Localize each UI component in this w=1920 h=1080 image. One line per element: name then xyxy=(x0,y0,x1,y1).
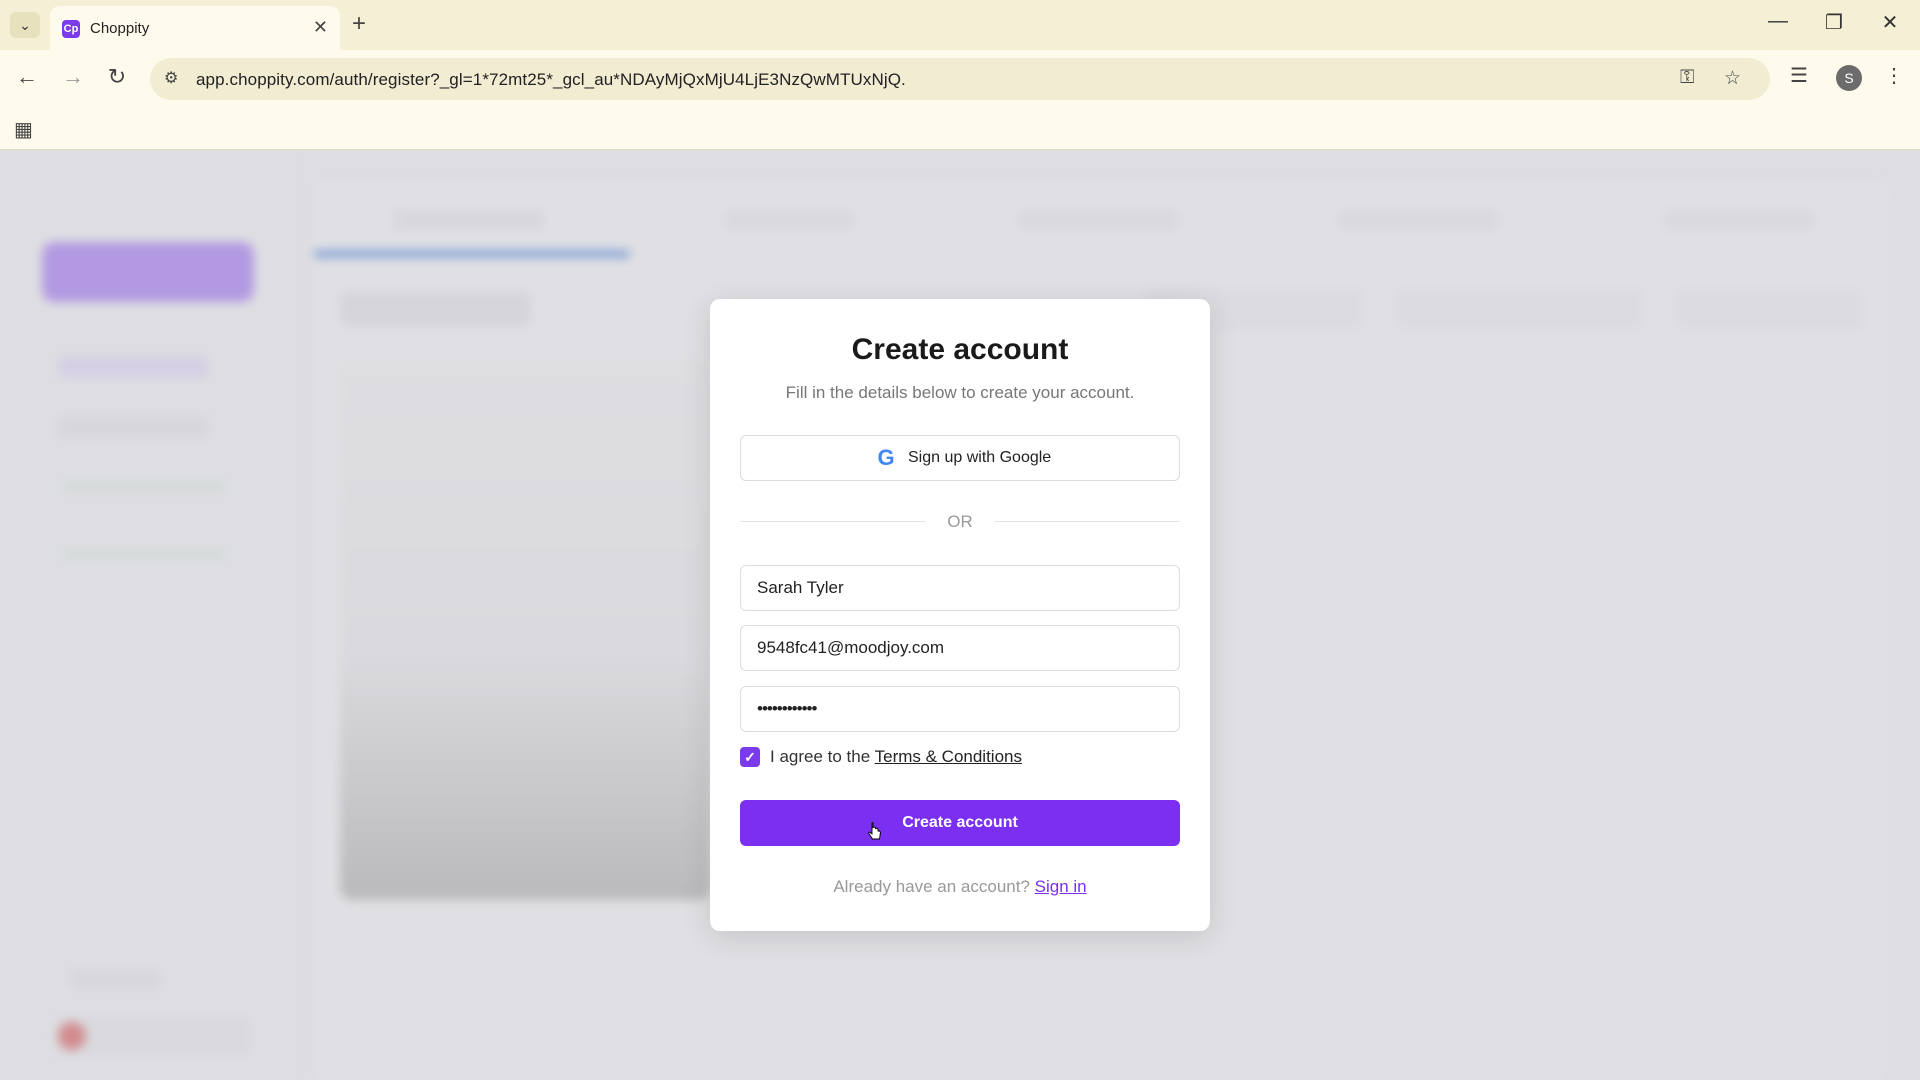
divider-right xyxy=(994,521,1180,522)
signin-prefix: Already have an account? xyxy=(833,877,1035,896)
browser-tabstrip: ⌄ Cp Choppity ✕ + — ❐ ✕ xyxy=(0,0,1920,50)
more-menu-icon[interactable]: ⋮ xyxy=(1884,63,1904,88)
password-key-icon[interactable]: ⚿ xyxy=(1680,67,1694,89)
name-input[interactable] xyxy=(741,566,1179,610)
password-field[interactable]: •••••••••••• xyxy=(740,686,1180,732)
tab-search-chevron-icon[interactable]: ⌄ xyxy=(10,12,40,38)
new-tab-plus-icon[interactable]: + xyxy=(352,10,366,38)
close-window-icon[interactable]: ✕ xyxy=(1870,10,1910,35)
google-signup-label: Sign up with Google xyxy=(908,449,1052,466)
modal-subtitle: Fill in the details below to create your… xyxy=(785,383,1135,402)
bookmark-star-icon[interactable]: ☆ xyxy=(1724,67,1741,90)
name-field[interactable] xyxy=(740,565,1180,611)
address-bar[interactable]: ⚙ app.choppity.com/auth/register?_gl=1*7… xyxy=(150,58,1770,100)
google-signup-button[interactable]: G Sign up with Google xyxy=(740,435,1180,481)
tab-title: Choppity xyxy=(90,20,150,37)
apps-grid-icon[interactable]: ▦ xyxy=(14,117,33,142)
signin-link[interactable]: Sign in xyxy=(1035,877,1087,896)
terms-checkbox[interactable]: ✓ xyxy=(740,747,760,767)
terms-prefix: I agree to the xyxy=(770,747,875,766)
terms-link[interactable]: Terms & Conditions xyxy=(875,747,1022,766)
signin-row: Already have an account? Sign in xyxy=(710,877,1210,897)
close-tab-icon[interactable]: ✕ xyxy=(313,17,328,38)
browser-toolbar: ← → ↻ ⚙ app.choppity.com/auth/register?_… xyxy=(0,50,1920,108)
terms-agreement: I agree to the Terms & Conditions xyxy=(770,747,1022,767)
google-logo-icon: G xyxy=(877,445,895,470)
or-divider-text: OR xyxy=(947,512,973,531)
choppity-favicon-icon: Cp xyxy=(62,20,80,38)
modal-title: Create account xyxy=(851,333,1069,366)
site-info-icon[interactable]: ⚙ xyxy=(164,68,178,88)
restore-icon[interactable]: ❐ xyxy=(1814,10,1854,35)
url-text: app.choppity.com/auth/register?_gl=1*72m… xyxy=(196,70,906,89)
minimize-icon[interactable]: — xyxy=(1758,10,1798,33)
mouse-pointer-icon xyxy=(868,822,881,840)
back-arrow-icon[interactable]: ← xyxy=(12,64,42,90)
bookmarks-bar: ▦ xyxy=(0,108,1920,150)
email-field[interactable] xyxy=(740,625,1180,671)
forward-arrow-icon[interactable]: → xyxy=(58,64,88,90)
password-mask: •••••••••••• xyxy=(757,699,817,718)
create-account-modal: Create account Fill in the details below… xyxy=(710,299,1210,931)
email-input[interactable] xyxy=(741,626,1179,670)
media-controls-icon[interactable]: ☰ xyxy=(1790,63,1808,88)
profile-avatar[interactable]: S xyxy=(1836,65,1862,91)
create-account-button[interactable]: Create account xyxy=(740,800,1180,846)
browser-tab[interactable]: Cp Choppity ✕ xyxy=(50,6,340,50)
reload-icon[interactable]: ↻ xyxy=(102,64,132,90)
